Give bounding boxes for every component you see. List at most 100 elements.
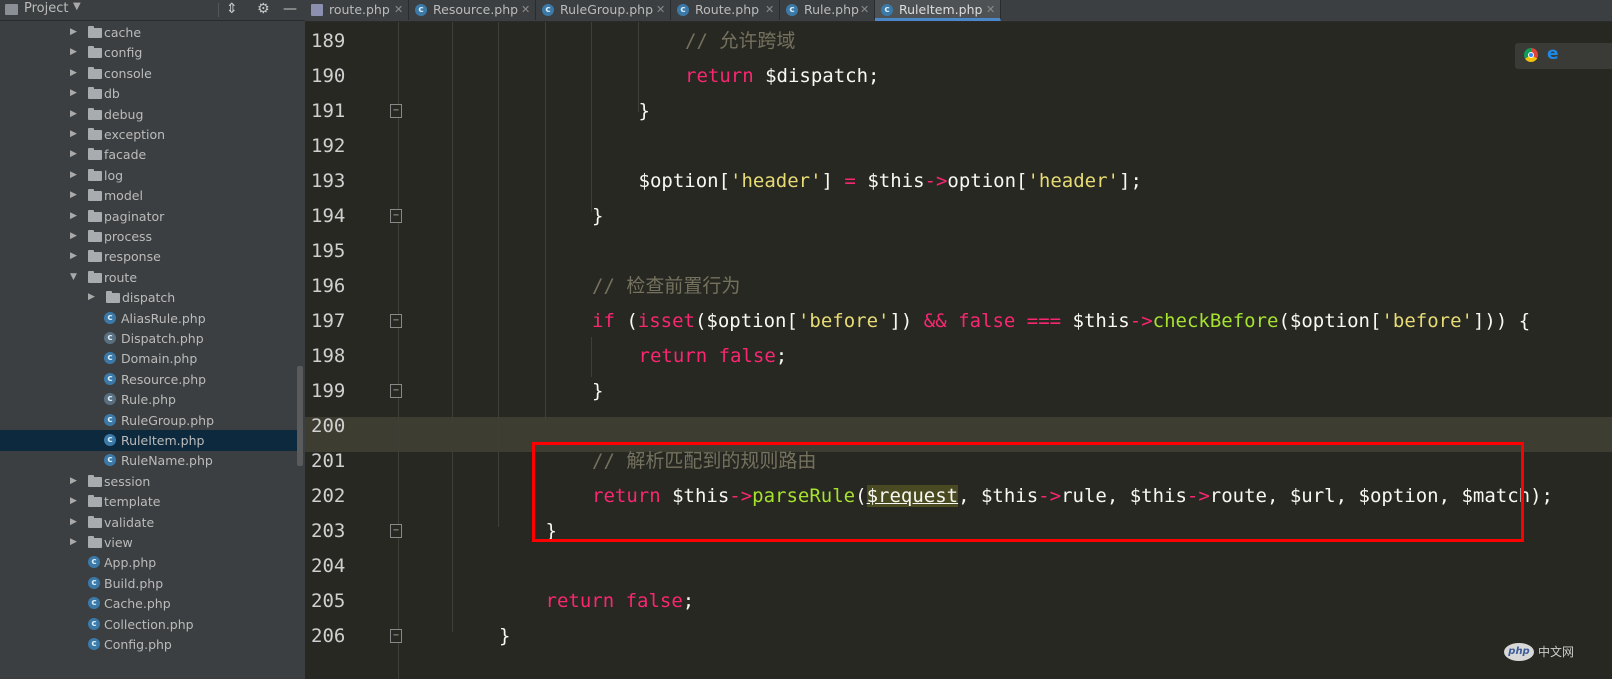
chevron-right-icon[interactable]: ▶ [88,287,95,308]
line-number[interactable]: 201 [311,444,351,479]
tree-file[interactable]: c App.php [0,552,298,573]
close-icon[interactable]: ✕ [765,0,774,20]
tree-folder[interactable]: ▶ console [0,63,298,84]
tree-file[interactable]: c Collection.php [0,614,298,635]
tree-file[interactable]: c AliasRule.php [0,308,298,329]
line-number[interactable]: 197 [311,304,351,339]
chevron-right-icon[interactable]: ▶ [70,83,77,104]
tab-route-php[interactable]: c Route.php ✕ [671,0,780,20]
collapse-icon[interactable]: ⇕ [226,1,238,17]
code-line[interactable]: 200 [305,409,1612,444]
code-line[interactable]: 191 −} [305,94,1612,129]
fold-icon[interactable]: − [390,524,402,538]
tree-file[interactable]: c Build.php [0,573,298,594]
tree-folder[interactable]: ▶ dispatch [0,287,298,308]
fold-icon[interactable]: − [390,209,402,223]
chevron-right-icon[interactable]: ▶ [70,165,77,186]
code-line[interactable]: 197− if (isset($option['before']) && fals… [305,304,1612,339]
tree-folder[interactable]: ▶ template [0,491,298,512]
fold-icon[interactable]: − [390,384,402,398]
gear-icon[interactable]: ⚙ [257,1,270,17]
chevron-right-icon[interactable]: ▶ [70,246,77,267]
tree-file[interactable]: c Cache.php [0,593,298,614]
tree-file[interactable]: c Domain.php [0,348,298,369]
tree-folder[interactable]: ▶ model [0,185,298,206]
fold-icon[interactable]: − [390,629,402,643]
code-line[interactable]: 192 [305,129,1612,164]
tree-folder[interactable]: ▶ view [0,532,298,553]
tree-file[interactable]: c RuleName.php [0,450,298,471]
code-line[interactable]: 198 return false; [305,339,1612,374]
close-icon[interactable]: ✕ [521,0,530,20]
code-line[interactable]: 193 $option['header'] = $this->option['he… [305,164,1612,199]
tree-file[interactable]: c RuleGroup.php [0,410,298,431]
tab-resource-php[interactable]: c Resource.php ✕ [409,0,536,20]
chevron-right-icon[interactable]: ▶ [70,532,77,553]
code-editor[interactable]: 189// 允许跨域 190 return $dispatch; 191−} 192 19… [305,22,1612,679]
chevron-right-icon[interactable]: ▶ [70,512,77,533]
tree-folder[interactable]: ▶ session [0,471,298,492]
project-view-selector[interactable]: Project [24,1,68,16]
tree-file[interactable]: c RuleItem.php [0,430,298,451]
close-icon[interactable]: ✕ [656,0,665,20]
chevron-right-icon[interactable]: ▶ [70,144,77,165]
sidebar-scrollbar[interactable] [297,366,303,466]
line-number[interactable]: 196 [311,269,351,304]
line-number[interactable]: 202 [311,479,351,514]
tree-folder[interactable]: ▶ validate [0,512,298,533]
line-number[interactable]: 200 [311,409,351,444]
line-number[interactable]: 193 [311,164,351,199]
line-number[interactable]: 199 [311,374,351,409]
tree-file[interactable]: c Resource.php [0,369,298,390]
chevron-right-icon[interactable]: ▶ [70,206,77,227]
minimize-icon[interactable]: — [283,1,297,17]
chevron-right-icon[interactable]: ▶ [70,471,77,492]
tab-route-php[interactable]: route.php ✕ [305,0,409,20]
tree-folder[interactable]: ▼ route [0,267,298,288]
tree-folder[interactable]: ▶ cache [0,22,298,43]
fold-icon[interactable]: − [390,314,402,328]
line-number[interactable]: 191 [311,94,351,129]
line-number[interactable]: 189 [311,24,351,59]
tree-folder[interactable]: ▶ exception [0,124,298,145]
fold-icon[interactable]: − [390,104,402,118]
tree-folder[interactable]: ▶ response [0,246,298,267]
tree-file[interactable]: c Config.php [0,634,298,655]
tree-folder[interactable]: ▶ paginator [0,206,298,227]
chevron-down-icon[interactable]: ▼ [70,267,77,288]
chevron-right-icon[interactable]: ▶ [70,42,77,63]
line-number[interactable]: 203 [311,514,351,549]
code-line[interactable]: 189 // 允许跨域 [305,24,1612,59]
tab-ruleitem-php[interactable]: c RuleItem.php ✕ [875,0,1001,21]
tree-file[interactable]: c Dispatch.php [0,328,298,349]
code-line[interactable]: 196 // 检查前置行为 [305,269,1612,304]
chevron-right-icon[interactable]: ▶ [70,104,77,125]
code-line[interactable]: 205 return false; [305,584,1612,619]
code-line[interactable]: 190 return $dispatch; [305,59,1612,94]
code-line[interactable]: 206 −} [305,619,1612,654]
code-line[interactable]: 194 −} [305,199,1612,234]
line-number[interactable]: 206 [311,619,351,654]
tree-folder[interactable]: ▶ config [0,42,298,63]
line-number[interactable]: 205 [311,584,351,619]
chevron-right-icon[interactable]: ▶ [70,22,77,43]
line-number[interactable]: 195 [311,234,351,269]
chevron-right-icon[interactable]: ▶ [70,63,77,84]
tree-folder[interactable]: ▶ log [0,165,298,186]
line-number[interactable]: 204 [311,549,351,584]
chevron-right-icon[interactable]: ▶ [70,185,77,206]
tab-rule-php[interactable]: c Rule.php ✕ [780,0,875,20]
tree-file[interactable]: c Rule.php [0,389,298,410]
chevron-down-icon[interactable]: ▼ [73,1,81,12]
close-icon[interactable]: ✕ [860,0,869,20]
code-line[interactable]: 199 −} [305,374,1612,409]
close-icon[interactable]: ✕ [986,0,995,20]
line-number[interactable]: 192 [311,129,351,164]
code-line[interactable]: 204 [305,549,1612,584]
chrome-icon[interactable] [1524,48,1538,62]
chevron-right-icon[interactable]: ▶ [70,226,77,247]
ie-icon[interactable]: e [1547,44,1559,64]
tree-folder[interactable]: ▶ process [0,226,298,247]
close-icon[interactable]: ✕ [394,0,403,20]
chevron-right-icon[interactable]: ▶ [70,124,77,145]
